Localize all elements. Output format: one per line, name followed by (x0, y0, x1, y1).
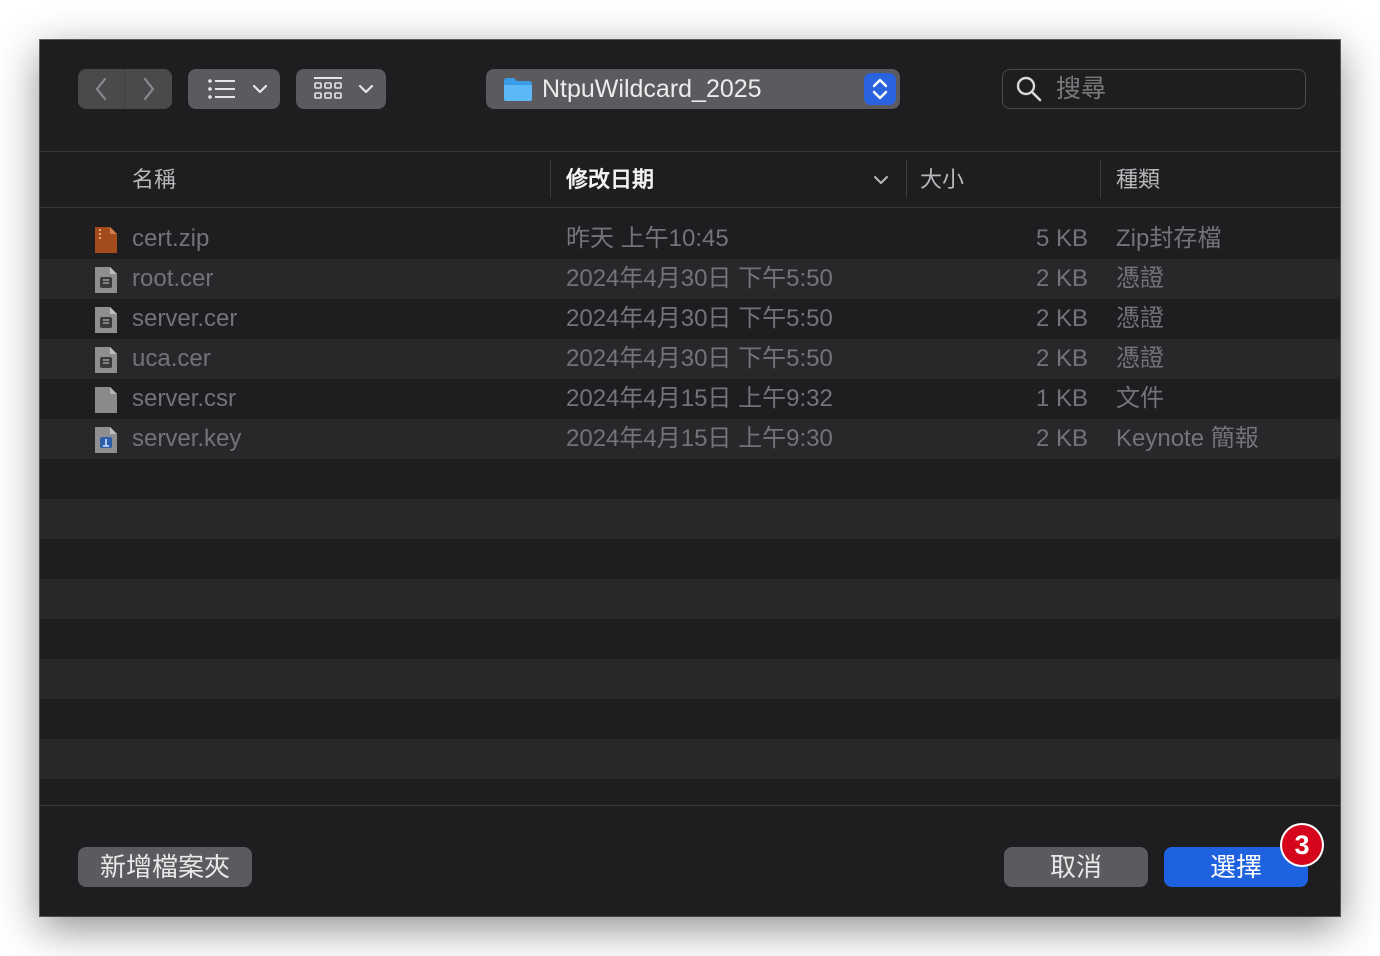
file-name: server.key (132, 425, 242, 452)
group-view-button[interactable] (296, 69, 386, 109)
empty-row (40, 739, 1340, 779)
file-kind: 文件 (1116, 385, 1164, 412)
file-name: root.cer (132, 265, 214, 292)
list-icon (208, 79, 235, 99)
back-button[interactable] (78, 69, 124, 109)
empty-row (40, 459, 1340, 499)
certificate-file-icon (95, 347, 117, 373)
empty-row (40, 619, 1340, 659)
chevron-down-icon (252, 84, 268, 94)
new-folder-button[interactable]: 新增檔案夾 (78, 847, 252, 887)
file-kind: Keynote 簡報 (1116, 425, 1259, 452)
cancel-button[interactable]: 取消 (1004, 847, 1148, 887)
column-header: 名稱 修改日期 大小 種類 (40, 152, 1340, 207)
empty-row (40, 499, 1340, 539)
folder-icon (504, 78, 532, 101)
file-size: 2 KB (1035, 345, 1088, 372)
file-list: cert.zip 昨天 上午10:45 5 KB Zip封存檔 root.cer… (40, 219, 1340, 799)
file-name: server.cer (132, 305, 238, 332)
file-date: 2024年4月30日 下午5:50 (566, 305, 833, 332)
empty-row (40, 699, 1340, 739)
file-kind: Zip封存檔 (1116, 225, 1222, 252)
up-down-chevron-icon (872, 78, 888, 100)
file-date: 2024年4月30日 下午5:50 (566, 345, 833, 372)
forward-button[interactable] (126, 69, 172, 109)
file-size: 5 KB (1035, 225, 1088, 252)
list-view-button[interactable] (188, 69, 280, 109)
keynote-file-icon (95, 427, 117, 453)
empty-row (40, 779, 1340, 819)
chevron-down-icon (358, 84, 374, 94)
file-date: 2024年4月15日 上午9:32 (566, 385, 833, 412)
file-size: 1 KB (1035, 385, 1088, 412)
location-popup[interactable]: NtpuWildcard_2025 (486, 69, 900, 109)
file-size: 2 KB (1035, 265, 1088, 292)
search-field[interactable]: 搜尋 (1002, 69, 1306, 109)
file-date: 2024年4月30日 下午5:50 (566, 265, 833, 292)
column-header-kind[interactable]: 種類 (1116, 152, 1160, 207)
certificate-file-icon (95, 267, 117, 293)
file-row[interactable]: cert.zip 昨天 上午10:45 5 KB Zip封存檔 (40, 219, 1340, 259)
column-header-date[interactable]: 修改日期 (566, 152, 654, 207)
file-name: cert.zip (132, 225, 210, 252)
file-size: 2 KB (1035, 425, 1088, 452)
search-icon (1016, 76, 1042, 102)
document-file-icon (95, 387, 117, 413)
grid-icon (314, 77, 342, 99)
file-name: server.csr (132, 385, 237, 412)
file-row[interactable]: root.cer 2024年4月30日 下午5:50 2 KB 憑證 (40, 259, 1340, 299)
search-placeholder: 搜尋 (1056, 75, 1107, 103)
file-chooser-dialog: NtpuWildcard_2025 搜尋 名稱 修改日期 大小 種類 cert.… (40, 40, 1340, 916)
file-kind: 憑證 (1116, 265, 1164, 292)
empty-row (40, 659, 1340, 699)
file-row[interactable]: server.cer 2024年4月30日 下午5:50 2 KB 憑證 (40, 299, 1340, 339)
empty-row (40, 579, 1340, 619)
step-badge: 3 (1282, 825, 1322, 865)
sort-descending-icon[interactable] (873, 175, 889, 185)
location-label: NtpuWildcard_2025 (542, 75, 762, 103)
certificate-file-icon (95, 307, 117, 333)
nav-buttons (78, 69, 172, 109)
file-kind: 憑證 (1116, 345, 1164, 372)
file-size: 2 KB (1035, 305, 1088, 332)
empty-row (40, 539, 1340, 579)
divider (40, 805, 1340, 806)
chevron-right-icon (143, 77, 155, 101)
file-row[interactable]: server.csr 2024年4月15日 上午9:32 1 KB 文件 (40, 379, 1340, 419)
chevron-left-icon (95, 77, 107, 101)
file-date: 昨天 上午10:45 (566, 225, 729, 252)
zip-file-icon (95, 227, 117, 253)
column-header-name[interactable]: 名稱 (132, 152, 176, 207)
file-row[interactable]: server.key 2024年4月15日 上午9:30 2 KB Keynot… (40, 419, 1340, 459)
file-kind: 憑證 (1116, 305, 1164, 332)
divider (40, 207, 1340, 208)
file-name: uca.cer (132, 345, 211, 372)
file-date: 2024年4月15日 上午9:30 (566, 425, 833, 452)
location-stepper[interactable] (864, 73, 896, 105)
file-row[interactable]: uca.cer 2024年4月30日 下午5:50 2 KB 憑證 (40, 339, 1340, 379)
column-header-size[interactable]: 大小 (920, 152, 964, 207)
